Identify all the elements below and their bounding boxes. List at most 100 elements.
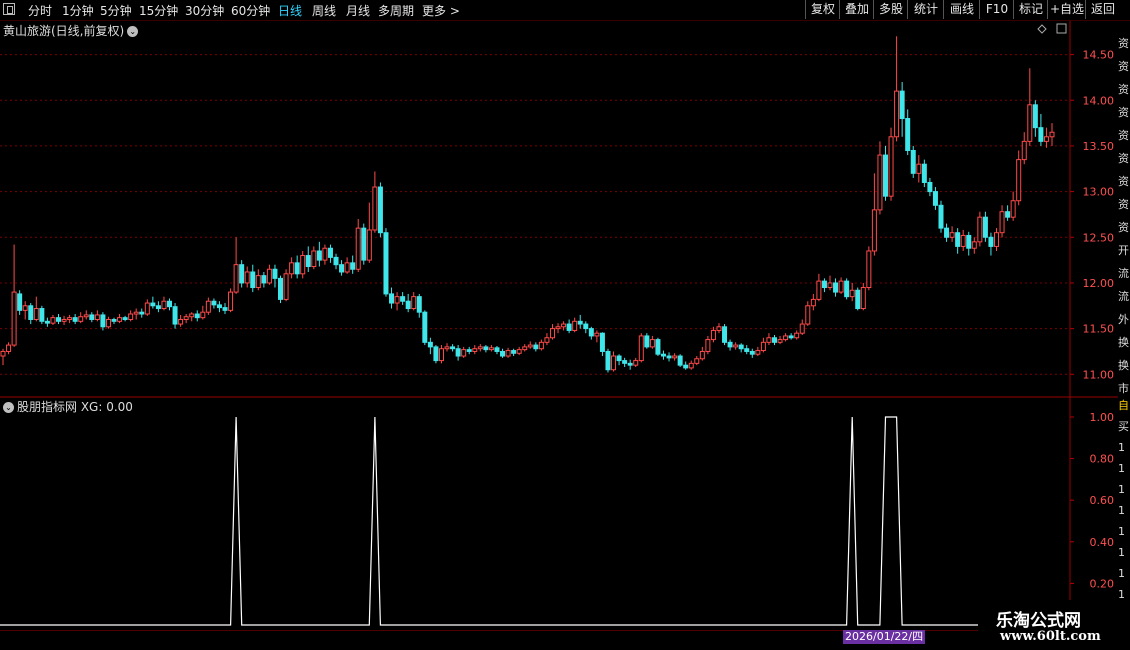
candle bbox=[649, 335, 655, 349]
tab-daily[interactable]: 日线 bbox=[278, 2, 302, 19]
candle bbox=[89, 312, 95, 323]
chevron-down-icon[interactable]: ⌄ bbox=[3, 402, 14, 413]
candle-body bbox=[483, 346, 489, 351]
candle bbox=[805, 301, 811, 326]
tab-1min[interactable]: 1分钟 bbox=[62, 2, 94, 19]
candle-body bbox=[555, 326, 561, 330]
fuquan-button[interactable]: 复权 bbox=[805, 0, 840, 19]
candle-body bbox=[216, 304, 222, 309]
candle-body bbox=[194, 313, 200, 319]
tab-60min[interactable]: 60分钟 bbox=[231, 2, 270, 19]
candle-body bbox=[17, 293, 23, 311]
candle-body bbox=[799, 323, 805, 334]
tab-fenshi[interactable]: 分时 bbox=[28, 2, 52, 19]
tab-15min[interactable]: 15分钟 bbox=[139, 2, 178, 19]
info-strip-glyph: 资 bbox=[1118, 129, 1129, 142]
back-button[interactable]: 返回 bbox=[1085, 0, 1120, 19]
candle bbox=[544, 333, 550, 346]
candle-body bbox=[366, 229, 372, 261]
candle-body bbox=[461, 349, 467, 357]
tab-more[interactable]: 更多 > bbox=[422, 2, 460, 19]
candle-body bbox=[649, 339, 655, 348]
candle-body bbox=[333, 256, 339, 266]
candle bbox=[888, 127, 894, 201]
tab-monthly[interactable]: 月线 bbox=[346, 2, 370, 19]
candle bbox=[394, 292, 400, 311]
candle-body bbox=[322, 247, 328, 261]
candle bbox=[339, 260, 345, 276]
statistics-button[interactable]: 统计 bbox=[907, 0, 944, 19]
candle bbox=[794, 330, 800, 340]
candle bbox=[111, 317, 117, 325]
candle-body bbox=[855, 289, 861, 310]
candle-body bbox=[733, 344, 739, 348]
candle bbox=[405, 293, 411, 313]
chevron-down-icon[interactable]: ⌄ bbox=[127, 26, 139, 37]
window-icon[interactable] bbox=[3, 3, 15, 15]
candle bbox=[816, 273, 822, 302]
candle bbox=[932, 187, 938, 210]
multi-stock-button[interactable]: 多股 bbox=[873, 0, 908, 19]
chart-decorations: 2025年8910111213 bbox=[1037, 23, 1067, 34]
candle-body bbox=[522, 346, 528, 351]
candle-body bbox=[766, 337, 772, 343]
candle bbox=[927, 177, 933, 197]
candle-body bbox=[444, 346, 450, 350]
candle bbox=[283, 269, 289, 302]
candle bbox=[433, 345, 439, 364]
candle bbox=[966, 231, 972, 256]
candle-body bbox=[139, 311, 145, 315]
info-strip-glyph: 自 bbox=[1118, 399, 1129, 412]
candle bbox=[583, 321, 589, 334]
candle-body bbox=[760, 341, 766, 352]
candle bbox=[744, 345, 750, 355]
candle bbox=[599, 332, 605, 357]
info-strip-glyph: 资 bbox=[1118, 106, 1129, 119]
f10-button[interactable]: F10 bbox=[979, 0, 1014, 19]
candle bbox=[760, 337, 766, 353]
tab-weekly[interactable]: 周线 bbox=[312, 2, 336, 19]
candle bbox=[200, 305, 206, 320]
candle bbox=[344, 257, 350, 274]
tab-30min[interactable]: 30分钟 bbox=[185, 2, 224, 19]
candle bbox=[616, 354, 622, 366]
candle-body bbox=[666, 355, 672, 359]
overlay-button[interactable]: 叠加 bbox=[839, 0, 874, 19]
add-watchlist-button[interactable]: +自选 bbox=[1047, 0, 1086, 19]
candle-body bbox=[400, 296, 406, 302]
candle bbox=[949, 226, 955, 242]
candle bbox=[316, 241, 322, 267]
candle-body bbox=[549, 328, 555, 339]
candle bbox=[738, 343, 744, 353]
candle bbox=[67, 314, 73, 324]
candle bbox=[871, 173, 877, 256]
candle-body bbox=[999, 211, 1005, 234]
candle-body bbox=[566, 323, 572, 331]
candle bbox=[511, 348, 517, 357]
candle bbox=[488, 345, 494, 352]
candle-body bbox=[932, 191, 938, 206]
candle-body bbox=[516, 349, 522, 354]
candle-body bbox=[272, 268, 278, 279]
mark-button[interactable]: 标记 bbox=[1013, 0, 1048, 19]
candle bbox=[383, 228, 389, 297]
price-tick-label: 12.00 bbox=[1083, 277, 1115, 290]
candle bbox=[194, 310, 200, 322]
candle bbox=[788, 333, 794, 340]
candle bbox=[128, 310, 134, 322]
candle bbox=[882, 145, 888, 201]
candle bbox=[755, 346, 761, 357]
candle bbox=[17, 290, 23, 315]
candle-body bbox=[300, 255, 306, 275]
tab-multi-period[interactable]: 多周期 bbox=[378, 2, 414, 19]
candle-body bbox=[222, 307, 228, 311]
candle bbox=[361, 223, 367, 265]
candle bbox=[183, 314, 189, 324]
tab-5min[interactable]: 5分钟 bbox=[100, 2, 132, 19]
candle bbox=[833, 278, 839, 297]
candle bbox=[577, 314, 583, 329]
draw-line-button[interactable]: 画线 bbox=[943, 0, 980, 19]
kline-chart[interactable]: 14.50 14.00 13.50 13.00 12.50 12.00 11.50 11.00… bbox=[0, 21, 1118, 631]
candle bbox=[222, 303, 228, 315]
candle-body bbox=[361, 227, 367, 261]
